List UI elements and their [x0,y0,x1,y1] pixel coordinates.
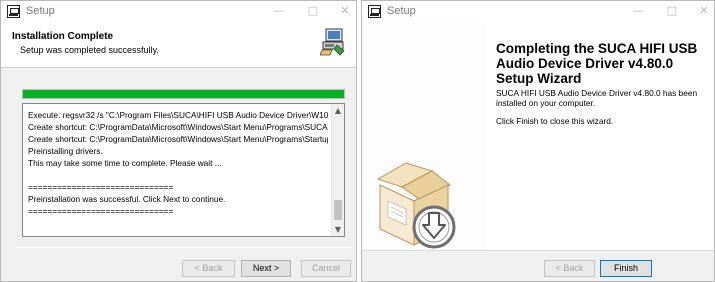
back-button[interactable]: < Back [544,260,595,277]
minimize-button[interactable]: — [630,4,646,18]
setup-app-icon [7,5,20,18]
finish-heading: Completing the SUCA HIFI USB Audio Devic… [496,41,698,86]
log-scrollbar[interactable]: ▲ ▼ [331,104,344,236]
maximize-button[interactable]: □ [305,4,321,18]
installer-computer-icon [320,28,345,56]
window-title: Setup [26,5,55,17]
finish-instruction: Click Finish to close this wizard. [496,116,614,126]
progress-fill [23,90,344,98]
window-title: Setup [387,5,416,17]
log-line: Create shortcut: C:\ProgramData\Microsof… [28,122,328,132]
finish-button[interactable]: Finish [600,260,652,277]
log-line: ============================== [28,206,174,216]
setup-window-finish: Setup — □ ✕ Completing the SUCA HIFI USB… [361,0,715,282]
scroll-down-icon[interactable]: ▼ [332,223,344,236]
log-line: Create shortcut: C:\ProgramData\Microsof… [28,134,328,144]
header-title: Installation Complete [12,31,114,42]
log-line: Preinstalling drivers. [28,146,103,156]
title-bar[interactable]: Setup — □ ✕ [1,1,356,23]
setup-app-icon [368,5,381,18]
close-button[interactable]: ✕ [696,4,712,18]
log-line: Execute: regsvr32 /s "C:\Program Files\S… [28,110,328,120]
footer-divider [16,247,352,248]
close-button[interactable]: ✕ [337,4,353,18]
wizard-header: Installation Complete Setup was complete… [1,23,356,68]
setup-window-installation: Setup — □ ✕ Installation Complete Setup … [0,0,357,282]
log-lines: Execute: regsvr32 /s "C:\Program Files\S… [28,109,328,217]
software-box-download-icon [376,162,456,249]
wizard-side-panel [362,23,486,250]
footer-divider [362,250,714,251]
minimize-button[interactable]: — [271,4,287,18]
install-progress-bar [22,89,345,99]
next-button[interactable]: Next > [241,260,291,277]
title-bar[interactable]: Setup — □ ✕ [362,1,714,23]
scroll-up-icon[interactable]: ▲ [332,104,344,117]
cancel-button[interactable]: Cancel [301,260,351,277]
log-line: ============================== [28,182,174,192]
back-button[interactable]: < Back [182,260,235,277]
scroll-thumb[interactable] [334,200,342,220]
wizard-content: Completing the SUCA HIFI USB Audio Devic… [486,23,714,250]
installed-message: SUCA HIFI USB Audio Device Driver v4.80.… [496,88,698,108]
log-line: This may take some time to complete. Ple… [28,158,222,168]
header-subtitle: Setup was completed successfully. [20,45,159,55]
log-line: Preinstallation was successful. Click Ne… [28,194,226,204]
install-log-box[interactable]: Execute: regsvr32 /s "C:\Program Files\S… [22,103,345,237]
maximize-button[interactable]: □ [664,4,680,18]
